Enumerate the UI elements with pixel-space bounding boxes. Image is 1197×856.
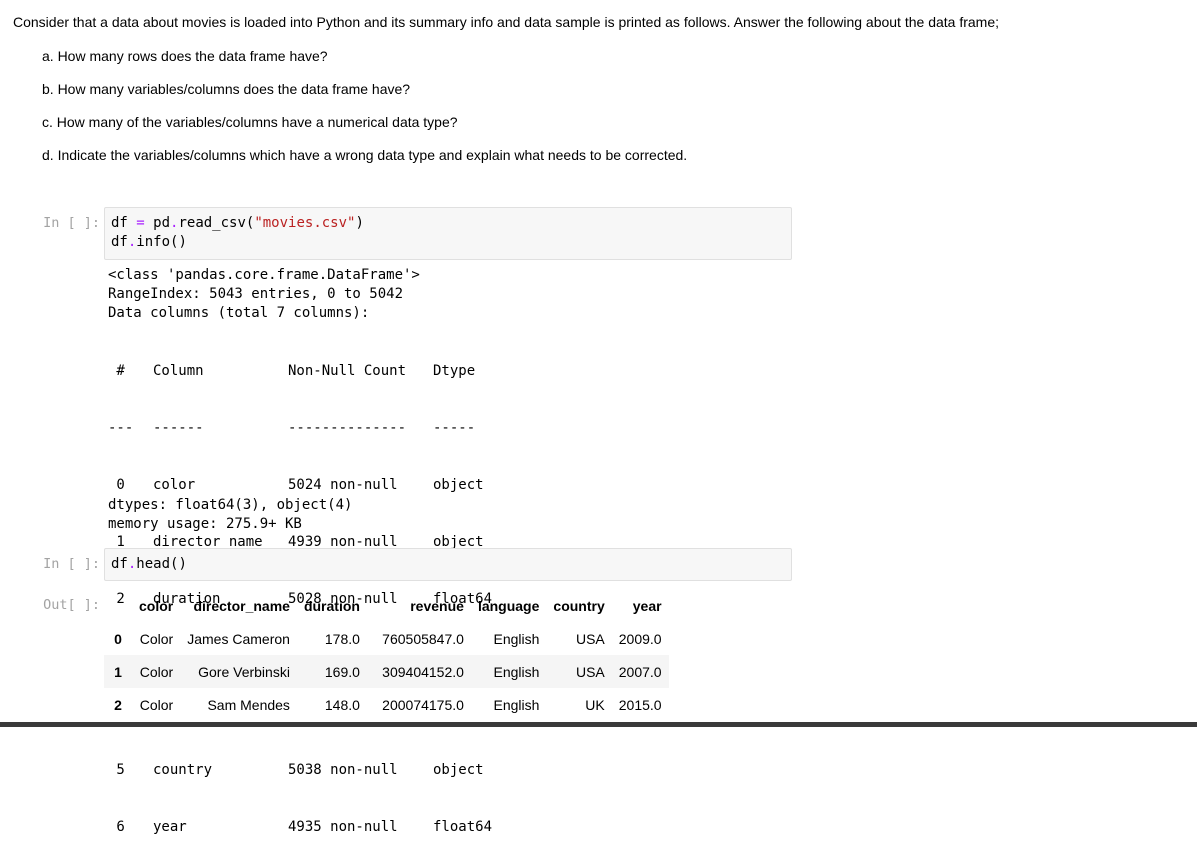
info-nonnull-5: 5038 non-null	[288, 762, 398, 778]
info-rangeindex-line: RangeIndex: 5043 entries, 0 to 5042	[108, 286, 404, 302]
cell-duration: 148.0	[324, 696, 360, 713]
bottom-border	[0, 722, 1197, 727]
head-table: color director_name duration revenue lan…	[104, 589, 669, 721]
intro-text: Consider that a data about movies is loa…	[13, 14, 1000, 30]
header-director-name: director_name	[193, 597, 290, 614]
info-num-separator: ---	[108, 420, 134, 436]
info-nonnull-0: 5024 non-null	[288, 477, 398, 493]
info-column-header: Column	[153, 363, 204, 379]
head-table-header-row: color director_name duration revenue lan…	[104, 589, 669, 622]
info-nonnull-6: 4935 non-null	[288, 819, 398, 835]
cell-country: USA	[575, 663, 605, 680]
info-dtype-0: object	[433, 477, 484, 493]
header-year: year	[632, 597, 662, 614]
row-index: 0	[114, 630, 122, 647]
question-d: d. Indicate the variables/columns which …	[42, 147, 688, 163]
cell-language: English	[493, 663, 540, 680]
out-prompt: Out[ ]:	[43, 597, 100, 613]
cell2-prompt: In [ ]:	[43, 556, 100, 572]
question-c: c. How many of the variables/columns hav…	[42, 114, 458, 130]
info-num-0: 0	[108, 477, 125, 493]
cell-country: UK	[585, 696, 605, 713]
code-line-read-csv: df = pd.read_csv("movies.csv")	[111, 215, 364, 231]
code-cell-1[interactable]: df = pd.read_csv("movies.csv") df.info()	[104, 207, 792, 260]
code-line-head: df.head()	[111, 556, 187, 572]
info-dtype-6: float64	[433, 819, 493, 835]
cell-director-name: James Cameron	[187, 630, 290, 647]
info-num-header: #	[108, 363, 125, 379]
info-nonnull-separator: --------------	[288, 420, 407, 436]
row-index: 2	[114, 696, 122, 713]
cell-revenue: 760505847.0	[382, 630, 464, 647]
question-b: b. How many variables/columns does the d…	[42, 81, 411, 97]
question-a: a. How many rows does the data frame hav…	[42, 48, 328, 64]
info-memory-line: memory usage: 275.9+ KB	[108, 516, 302, 532]
info-num-6: 6	[108, 819, 125, 835]
cell-color: Color	[139, 663, 174, 680]
header-index	[104, 589, 132, 622]
info-num-5: 5	[108, 762, 125, 778]
cell-country: USA	[575, 630, 605, 647]
cell-duration: 169.0	[324, 663, 360, 680]
table-row: 2 Color Sam Mendes 148.0 200074175.0 Eng…	[104, 688, 669, 721]
info-dtype-header: Dtype	[433, 363, 476, 379]
info-dtype-5: object	[433, 762, 484, 778]
header-country: country	[553, 597, 605, 614]
cell-duration: 178.0	[324, 630, 360, 647]
cell-language: English	[493, 696, 540, 713]
cell-revenue: 309404152.0	[382, 663, 464, 680]
info-dtype-separator: -----	[433, 420, 476, 436]
cell-language: English	[493, 630, 540, 647]
cell-revenue: 200074175.0	[382, 696, 464, 713]
header-color: color	[139, 597, 174, 614]
cell-year: 2007.0	[618, 663, 662, 680]
info-dtypes-line: dtypes: float64(3), object(4)	[108, 497, 353, 513]
cell-director-name: Gore Verbinski	[198, 663, 290, 680]
cell1-prompt: In [ ]:	[43, 215, 100, 231]
info-column-6: year	[153, 819, 187, 835]
code-line-info: df.info()	[111, 234, 187, 250]
info-column-5: country	[153, 762, 213, 778]
info-class-line: <class 'pandas.core.frame.DataFrame'>	[108, 267, 420, 283]
cell-year: 2015.0	[618, 696, 662, 713]
cell-director-name: Sam Mendes	[207, 696, 290, 713]
header-duration: duration	[303, 597, 360, 614]
cell-year: 2009.0	[618, 630, 662, 647]
table-row: 0 Color James Cameron 178.0 760505847.0 …	[104, 622, 669, 655]
header-language: language	[477, 597, 540, 614]
info-nonnull-header: Non-Null Count	[288, 363, 407, 379]
header-revenue: revenue	[410, 597, 464, 614]
table-row: 1 Color Gore Verbinski 169.0 309404152.0…	[104, 655, 669, 688]
cell-color: Color	[139, 696, 174, 713]
info-columns-line: Data columns (total 7 columns):	[108, 305, 370, 321]
code-cell-2[interactable]: df.head()	[104, 548, 792, 581]
info-column-0: color	[153, 477, 196, 493]
row-index: 1	[114, 663, 122, 680]
info-column-separator: ------	[153, 420, 204, 436]
cell-color: Color	[139, 630, 174, 647]
